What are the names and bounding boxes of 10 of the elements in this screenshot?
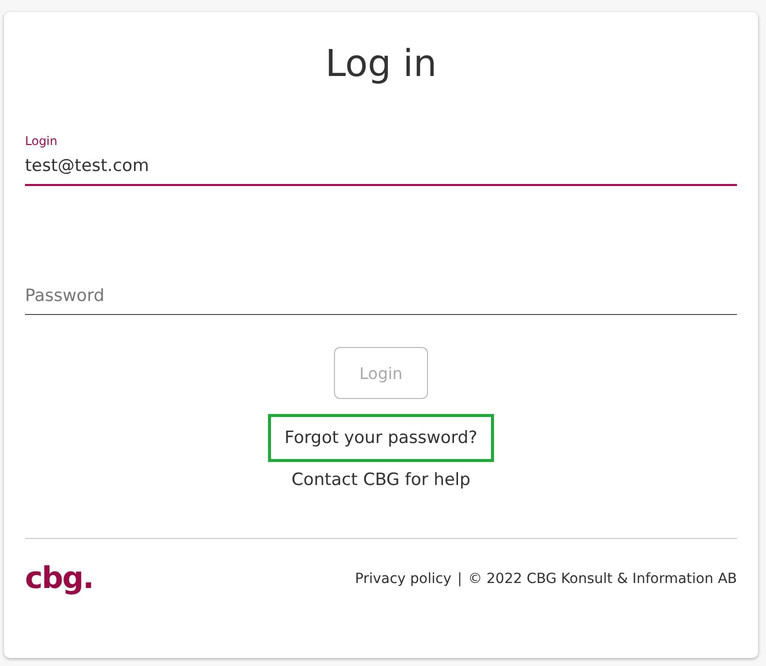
login-field[interactable]: test@test.com: [25, 156, 737, 186]
logo: cbg.: [25, 561, 94, 596]
copyright-text: © 2022 CBG Konsult & Information AB: [468, 570, 737, 586]
page-title: Log in: [324, 41, 438, 87]
separator: |: [457, 570, 462, 586]
password-field[interactable]: Password: [25, 286, 737, 315]
privacy-link[interactable]: Privacy policy: [355, 570, 452, 586]
forgot-password-link[interactable]: Forgot your password?: [268, 414, 494, 462]
contact-link[interactable]: Contact CBG for help: [292, 470, 470, 490]
field-label: Login: [25, 134, 58, 148]
